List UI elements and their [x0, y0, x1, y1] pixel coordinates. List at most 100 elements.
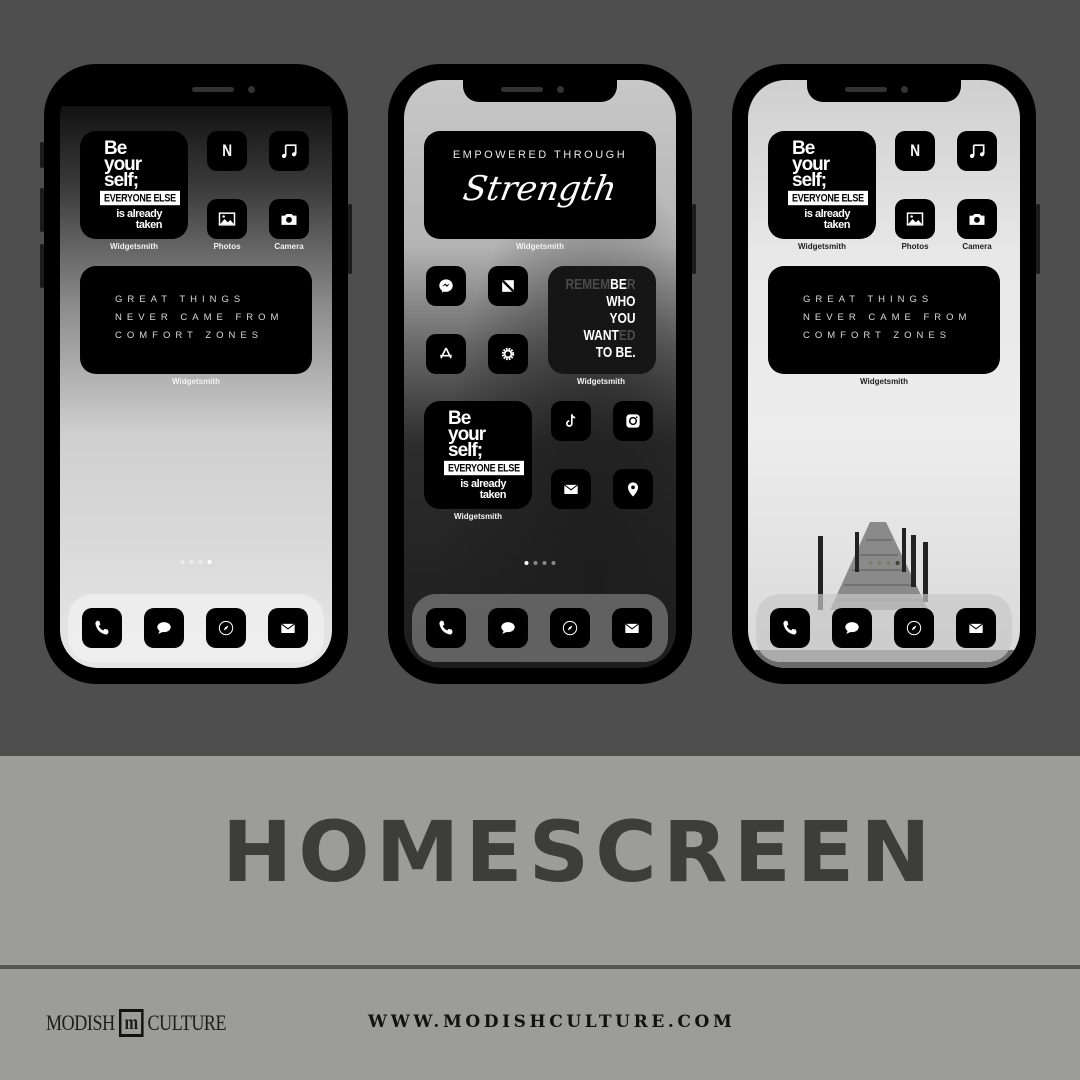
app-app-store[interactable] — [426, 334, 466, 374]
dock-mail[interactable] — [612, 608, 652, 648]
app-label: Camera — [962, 242, 992, 251]
be-yourself-widget[interactable]: Be your self; EVERYONE ELSE is already take… — [768, 131, 876, 239]
app-settings[interactable] — [488, 334, 528, 374]
home-screen: EMPOWERED THROUGH Strength Widgetsmith R… — [404, 80, 676, 668]
safari-icon — [562, 620, 578, 636]
messages-icon — [845, 622, 859, 634]
great-things-widget[interactable]: GREAT THINGS NEVER CAME FROM COMFORT ZON… — [80, 266, 312, 374]
mail-icon — [564, 484, 578, 494]
widget-text: NEVER CAME FROM — [115, 312, 284, 323]
power-button — [692, 204, 696, 274]
app-netflix[interactable]: N — [895, 131, 935, 171]
widget-text: taken — [135, 219, 163, 231]
instagram-icon — [626, 414, 640, 428]
app-label: Photos — [213, 242, 241, 251]
website-link[interactable]: WWW.MODISHCULTURE.COM — [368, 1012, 735, 1032]
app-music[interactable] — [269, 131, 309, 171]
app-label: Photos — [901, 242, 929, 251]
app-netflix[interactable]: N — [207, 131, 247, 171]
notch — [463, 80, 617, 102]
tiktok-icon — [566, 414, 576, 427]
app-camera[interactable] — [269, 199, 309, 239]
widget-text: WANTED — [583, 327, 636, 344]
widget-text: GREAT THINGS — [803, 294, 934, 305]
volume-up-button — [40, 188, 44, 232]
widget-script-text: Strength — [460, 169, 620, 209]
dock-phone[interactable] — [770, 608, 810, 648]
page-dot — [533, 561, 538, 565]
app-mail[interactable] — [551, 469, 591, 509]
widget-text: taken — [823, 219, 851, 231]
dock-phone[interactable] — [426, 608, 466, 648]
great-things-widget[interactable]: GREAT THINGS NEVER CAME FROM COMFORT ZON… — [768, 266, 1000, 374]
dock-safari[interactable] — [206, 608, 246, 648]
page-indicator[interactable] — [180, 560, 212, 564]
messages-icon — [501, 622, 515, 634]
app-news[interactable] — [488, 266, 528, 306]
home-screen: Be your self; EVERYONE ELSE is already take… — [60, 80, 332, 668]
phone-icon — [783, 620, 797, 635]
dock-phone[interactable] — [82, 608, 122, 648]
news-icon — [502, 280, 514, 292]
home-screen: Be your self; EVERYONE ELSE is already take… — [748, 80, 1020, 668]
photos-icon — [906, 212, 924, 226]
widget-label: Widgetsmith — [454, 512, 502, 521]
app-photos[interactable] — [207, 199, 247, 239]
mail-icon — [625, 623, 639, 633]
dock-messages[interactable] — [144, 608, 184, 648]
phone-icon — [95, 620, 109, 635]
page-indicator[interactable] — [868, 561, 900, 565]
widget-text: WHO — [606, 293, 636, 310]
brand-name-right: CULTURE — [147, 1010, 227, 1035]
widget-text: YOU — [609, 310, 636, 327]
power-button — [1036, 204, 1040, 274]
location-pin-icon — [628, 482, 638, 497]
dock — [756, 594, 1012, 662]
music-icon — [281, 144, 297, 159]
dock-safari[interactable] — [550, 608, 590, 648]
power-button — [348, 204, 352, 274]
page-dot — [198, 560, 203, 564]
dock-mail[interactable] — [956, 608, 996, 648]
widget-text: taken — [479, 489, 507, 501]
app-store-icon — [440, 347, 452, 359]
brand-logo[interactable]: MODISH m CULTURE — [46, 1009, 227, 1037]
dock-safari[interactable] — [894, 608, 934, 648]
phone-icon — [439, 620, 453, 635]
brand-name-left: MODISH — [46, 1010, 115, 1035]
phone-mockup-3: Be your self; EVERYONE ELSE is already take… — [732, 64, 1040, 684]
dock — [68, 594, 324, 662]
app-label: Camera — [274, 242, 304, 251]
netflix-icon: N — [222, 141, 232, 160]
app-messenger[interactable] — [426, 266, 466, 306]
netflix-icon: N — [910, 141, 920, 160]
widget-label: Widgetsmith — [577, 377, 625, 386]
dock-messages[interactable] — [488, 608, 528, 648]
notch — [807, 80, 961, 102]
widget-label: Widgetsmith — [516, 242, 564, 251]
app-maps[interactable] — [613, 469, 653, 509]
page-dot — [877, 561, 882, 565]
page-dot-active — [207, 560, 212, 564]
divider-line — [0, 965, 1080, 969]
app-tiktok[interactable] — [551, 401, 591, 441]
widget-label: Widgetsmith — [860, 377, 908, 386]
empowered-widget[interactable]: EMPOWERED THROUGH Strength — [424, 131, 656, 239]
widget-text: NEVER CAME FROM — [803, 312, 972, 323]
be-yourself-widget[interactable]: Be your self; EVERYONE ELSE is already take… — [424, 401, 532, 509]
remember-widget[interactable]: REMEMBER WHO YOU WANTED TO BE. — [548, 266, 656, 374]
dock-mail[interactable] — [268, 608, 308, 648]
app-camera[interactable] — [957, 199, 997, 239]
messages-icon — [157, 622, 171, 634]
app-instagram[interactable] — [613, 401, 653, 441]
app-photos[interactable] — [895, 199, 935, 239]
page-indicator[interactable] — [524, 561, 556, 565]
camera-icon — [281, 214, 297, 225]
be-yourself-widget[interactable]: Be your self; EVERYONE ELSE is already take… — [80, 131, 188, 239]
page-dot — [551, 561, 556, 565]
app-music[interactable] — [957, 131, 997, 171]
dock-messages[interactable] — [832, 608, 872, 648]
notch — [180, 80, 280, 102]
camera-icon — [969, 214, 985, 225]
widget-highlight-text: EVERYONE ELSE — [788, 190, 868, 206]
